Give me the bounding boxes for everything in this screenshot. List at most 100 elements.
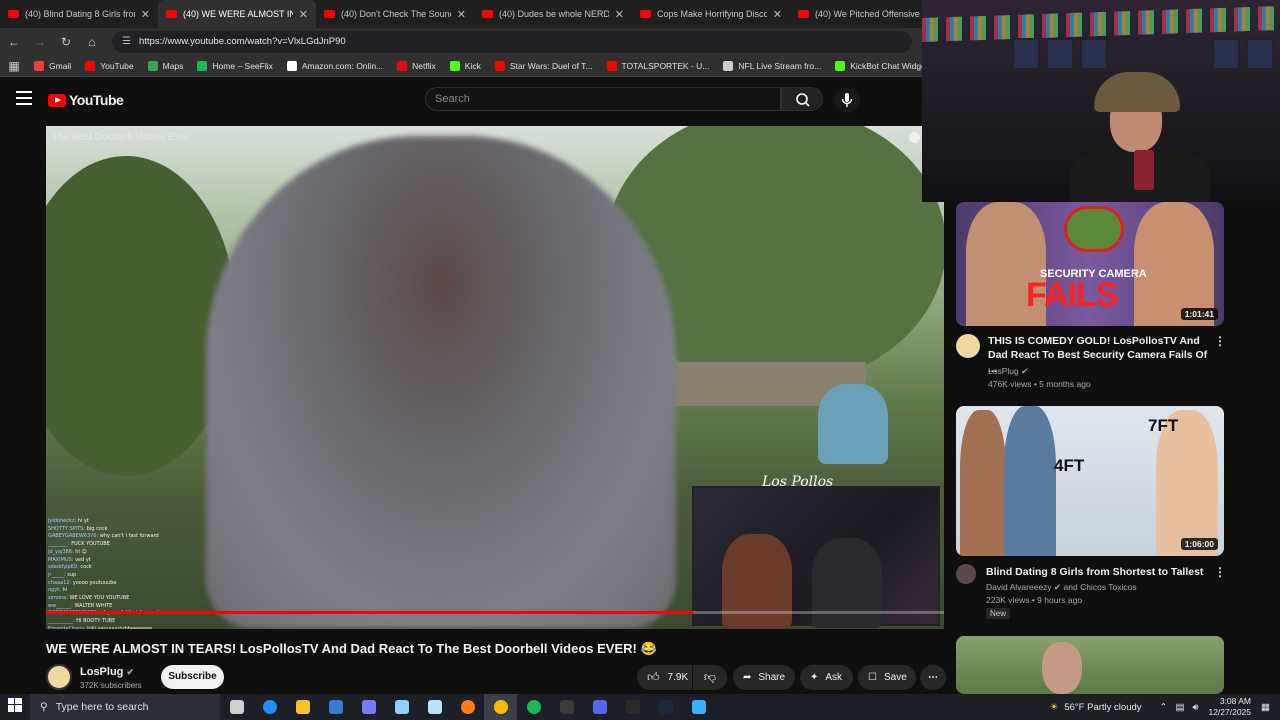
app-icon[interactable] bbox=[319, 694, 352, 720]
channel-avatar[interactable] bbox=[46, 664, 72, 690]
recommended-channel[interactable]: David Alvareeezy ✔ and Chicos Toxicos bbox=[986, 582, 1137, 593]
discord-icon[interactable] bbox=[583, 694, 616, 720]
bookmark-item[interactable]: Kick bbox=[449, 60, 481, 71]
steam-icon[interactable] bbox=[649, 694, 682, 720]
photos-icon[interactable] bbox=[682, 694, 715, 720]
more-vertical-icon[interactable]: ⋮ bbox=[1214, 334, 1226, 348]
close-tab-icon[interactable]: ✕ bbox=[457, 8, 466, 21]
start-button[interactable] bbox=[0, 697, 30, 717]
save-button[interactable]: ☐ Save bbox=[858, 665, 916, 690]
bookmark-item[interactable]: Netflix bbox=[397, 60, 436, 71]
channel-name[interactable]: LosPlug ✔ bbox=[80, 666, 134, 678]
more-horizontal-icon: ⋯ bbox=[928, 672, 938, 683]
bookmark-item[interactable]: Amazon.com: Onlin... bbox=[286, 60, 384, 71]
menu-icon[interactable] bbox=[16, 91, 32, 105]
reload-icon[interactable]: ↻ bbox=[54, 35, 78, 49]
subscribe-button[interactable]: Subscribe bbox=[161, 665, 224, 689]
notepad-icon[interactable] bbox=[418, 694, 451, 720]
file-explorer-icon[interactable] bbox=[286, 694, 319, 720]
dislike-button[interactable]: 👎︎ bbox=[693, 665, 727, 690]
terminal-icon[interactable] bbox=[616, 694, 649, 720]
thumbnail-person bbox=[1042, 642, 1082, 694]
recommended-channel[interactable]: LosPlug ✔ bbox=[988, 366, 1028, 377]
youtube-logo[interactable]: YouTube bbox=[48, 92, 124, 108]
chat-message: jyldoheckz: hi yt bbox=[48, 518, 228, 526]
steam-overlay-icon[interactable] bbox=[550, 694, 583, 720]
app-icon-2[interactable] bbox=[385, 694, 418, 720]
close-tab-icon[interactable]: ✕ bbox=[615, 8, 624, 21]
bookmark-item[interactable]: Star Wars: Duel of T... bbox=[494, 60, 593, 71]
site-info-icon[interactable]: ☰ bbox=[122, 36, 131, 47]
apps-grid-icon[interactable]: ▦ bbox=[2, 59, 26, 73]
bookmark-favicon-icon bbox=[197, 60, 208, 71]
back-icon[interactable]: ← bbox=[2, 35, 26, 49]
steam-overlay-icon-glyph bbox=[559, 700, 574, 714]
volume-icon[interactable]: 🔊︎ bbox=[1192, 702, 1198, 713]
network-icon[interactable]: ▤ bbox=[1175, 702, 1184, 713]
progress-bar[interactable] bbox=[46, 611, 944, 614]
recommended-thumbnail[interactable]: 7FT 4FT 1:06:00 bbox=[956, 406, 1224, 556]
like-button[interactable]: 👍︎ 7.9K bbox=[637, 665, 692, 690]
chat-message: SHOTTY SPITS: big cock bbox=[48, 526, 228, 534]
bookmark-label: Netflix bbox=[412, 60, 436, 71]
voice-search-button[interactable] bbox=[834, 87, 860, 113]
task-view-icon[interactable] bbox=[220, 694, 253, 720]
bookmark-item[interactable]: NFL Live Stream fro... bbox=[723, 60, 821, 71]
browser-tab[interactable]: Cops Make Horrifying Discover ✕ bbox=[632, 0, 790, 28]
search-input[interactable]: Search bbox=[425, 87, 781, 111]
bookmark-item[interactable]: Home – SeeFlix bbox=[197, 60, 273, 71]
recommended-meta: 476K views • 5 months ago bbox=[988, 379, 1091, 389]
bookmark-item[interactable]: KickBot Chat Widget bbox=[835, 60, 928, 71]
search-button[interactable] bbox=[781, 87, 823, 111]
browser-tab[interactable]: (40) WE WERE ALMOST IN TEARS ✕ bbox=[158, 0, 316, 28]
notification-icon[interactable]: ▦ bbox=[1261, 702, 1270, 713]
clock[interactable]: 3:08 AM 12/27/2025 bbox=[1208, 696, 1251, 718]
bookmark-item[interactable]: Maps bbox=[147, 60, 183, 71]
forward-icon[interactable]: → bbox=[28, 35, 52, 49]
firefox-icon[interactable] bbox=[451, 694, 484, 720]
close-tab-icon[interactable]: ✕ bbox=[773, 8, 782, 21]
wall-poster bbox=[1212, 38, 1240, 70]
chat-text: why can't I fast forward bbox=[99, 533, 159, 540]
bookmark-item[interactable]: Gmail bbox=[34, 60, 71, 71]
bookmark-label: Amazon.com: Onlin... bbox=[301, 60, 384, 71]
watch-later-icon[interactable] bbox=[909, 132, 920, 143]
recommended-channel-name: David Alvareeezy bbox=[986, 582, 1052, 592]
ask-button[interactable]: ✦ Ask bbox=[800, 665, 853, 690]
taskbar-search-placeholder: Type here to search bbox=[55, 701, 149, 713]
more-actions-button[interactable]: ⋯ bbox=[920, 665, 946, 690]
thumbnail-text: 4FT bbox=[1054, 456, 1085, 475]
video-player[interactable]: The Best Doorbell Videos Ever jyldoheckz… bbox=[46, 126, 944, 629]
spotify-icon[interactable] bbox=[517, 694, 550, 720]
calculator-icon[interactable] bbox=[352, 694, 385, 720]
chat-username: GABEYGABEW6376: bbox=[48, 533, 99, 540]
chevron-up-icon[interactable]: ⌃ bbox=[1160, 702, 1168, 713]
bookmark-label: TOTALSPORTEK - U... bbox=[621, 60, 710, 71]
weather-text[interactable]: 56°F Partly cloudy bbox=[1064, 702, 1141, 713]
channel-avatar[interactable] bbox=[956, 334, 980, 358]
edge-icon[interactable] bbox=[253, 694, 286, 720]
taskbar-search[interactable]: ⚲ Type here to search bbox=[30, 694, 220, 720]
recommended-thumbnail[interactable]: SECURITY CAMERA FAILS 1:01:41 bbox=[956, 202, 1224, 326]
address-bar[interactable]: ☰ https://www.youtube.com/watch?v=VlxLGd… bbox=[112, 30, 912, 53]
chrome-icon[interactable] bbox=[484, 694, 517, 720]
chat-text: big cock bbox=[86, 525, 108, 532]
close-tab-icon[interactable]: ✕ bbox=[141, 8, 150, 21]
browser-tab[interactable]: (40) Dudes be whole NERDS w ✕ bbox=[474, 0, 632, 28]
chat-text: cock bbox=[80, 564, 92, 571]
app-icon-2-glyph bbox=[394, 700, 409, 714]
close-tab-icon[interactable]: ✕ bbox=[299, 8, 308, 21]
home-icon[interactable]: ⌂ bbox=[80, 35, 104, 49]
recommended-title[interactable]: Blind Dating 8 Girls from Shortest to Ta… bbox=[986, 565, 1212, 579]
share-button[interactable]: ➦ Share bbox=[733, 665, 795, 690]
streamer-beanie bbox=[1094, 72, 1180, 112]
youtube-favicon-icon bbox=[166, 10, 177, 18]
facecam-inset bbox=[692, 486, 940, 628]
recommended-thumbnail[interactable] bbox=[956, 636, 1224, 694]
bookmark-item[interactable]: YouTube bbox=[85, 60, 134, 71]
browser-tab[interactable]: (40) Don't Check The Sound 👀 ✕ bbox=[316, 0, 474, 28]
channel-avatar[interactable] bbox=[956, 564, 976, 584]
browser-tab[interactable]: (40) Blind Dating 8 Girls from Sh ✕ bbox=[0, 0, 158, 28]
bookmark-item[interactable]: TOTALSPORTEK - U... bbox=[606, 60, 710, 71]
more-vertical-icon[interactable]: ⋮ bbox=[1214, 565, 1226, 579]
